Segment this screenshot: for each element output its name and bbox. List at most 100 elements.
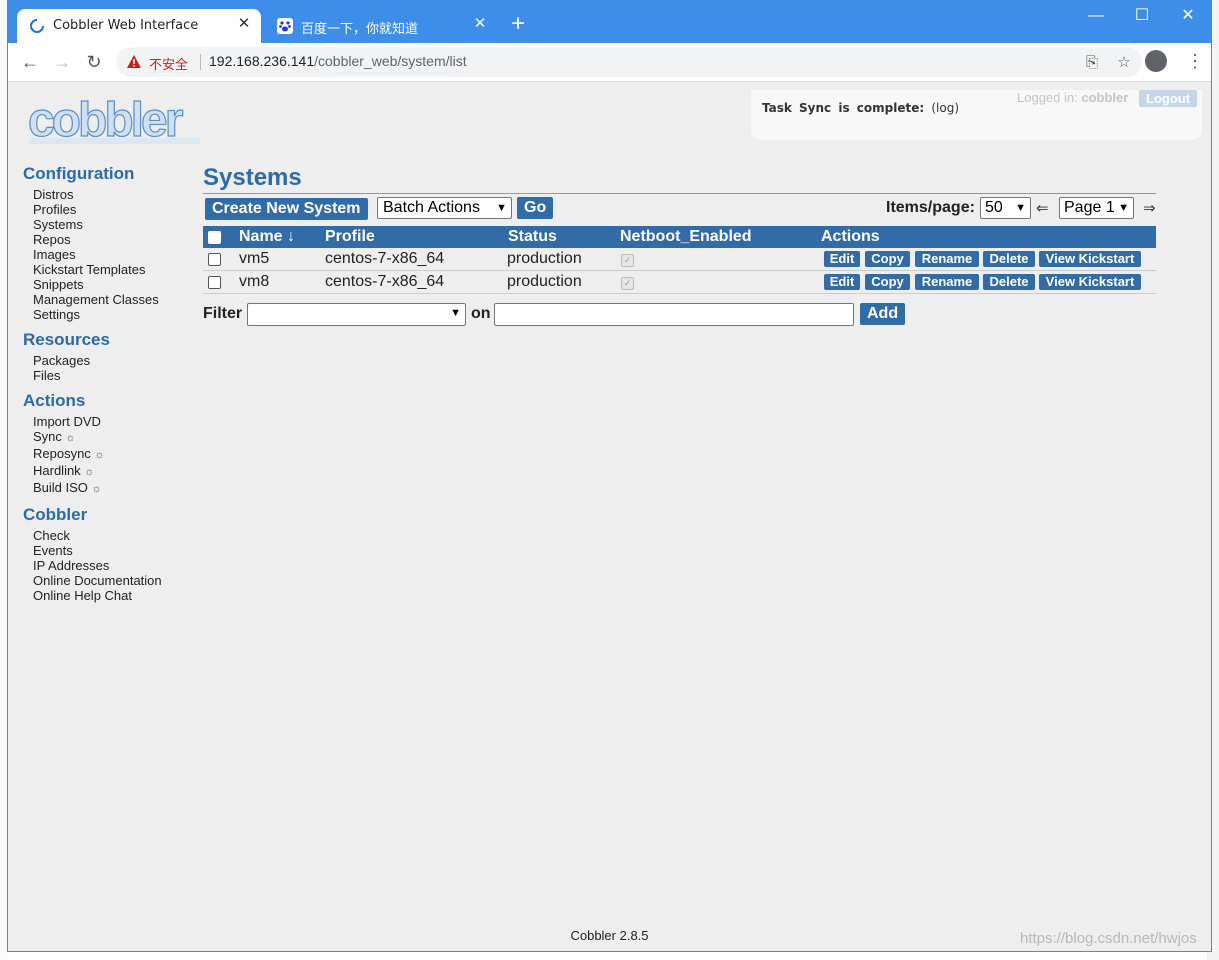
edit-button[interactable]: Edit <box>824 274 860 290</box>
items-per-page-label: Items/page: <box>886 199 975 216</box>
sidebar-item-build-iso[interactable]: Build ISO ☼ <box>33 480 193 497</box>
sidebar-item-snippets[interactable]: Snippets <box>33 277 193 292</box>
tab-baidu[interactable]: 百度一下，你就知道 ✕ <box>265 9 497 43</box>
address-bar[interactable]: 不安全 192.168.236.141/cobbler_web/system/l… <box>116 47 1142 77</box>
column-header-actions: Actions <box>821 228 880 245</box>
close-tab-icon[interactable]: ✕ <box>471 15 489 33</box>
row-checkbox[interactable] <box>208 253 221 266</box>
add-filter-button[interactable]: Add <box>860 303 906 325</box>
close-window-icon[interactable]: ✕ <box>1165 1 1211 31</box>
sidebar: Configuration Distros Profiles Systems R… <box>23 164 193 611</box>
column-header-status[interactable]: Status <box>508 228 557 246</box>
sidebar-item-kickstart-templates[interactable]: Kickstart Templates <box>33 262 193 277</box>
sidebar-item-online-documentation[interactable]: Online Documentation <box>33 573 193 588</box>
table-row: vm5 centos-7-x86_64 production ✓ Edit Co… <box>203 248 1156 271</box>
items-per-page-select[interactable]: 50 ▼ <box>980 197 1031 219</box>
sidebar-heading: Cobbler <box>23 505 88 524</box>
minimize-icon[interactable]: — <box>1073 1 1119 31</box>
filter-label: Filter <box>203 305 243 322</box>
column-header-netboot[interactable]: Netboot_Enabled <box>620 228 752 246</box>
title-bar: Cobbler Web Interface ✕ 百度一下，你就知道 ✕ + — … <box>8 1 1211 43</box>
select-all-checkbox[interactable] <box>208 231 221 244</box>
browser-window: Cobbler Web Interface ✕ 百度一下，你就知道 ✕ + — … <box>7 0 1212 952</box>
sidebar-item-management-classes[interactable]: Management Classes <box>33 292 193 307</box>
prev-page-arrow[interactable]: ⇐ <box>1036 199 1049 217</box>
rename-button[interactable]: Rename <box>915 251 979 267</box>
sidebar-item-settings[interactable]: Settings <box>33 307 193 322</box>
sidebar-item-ip-addresses[interactable]: IP Addresses <box>33 558 193 573</box>
main-panel: Systems Create New System Batch Actions ▼… <box>203 164 1156 326</box>
url-text[interactable]: 192.168.236.141/cobbler_web/system/list <box>209 53 467 69</box>
sidebar-item-packages[interactable]: Packages <box>33 353 193 368</box>
back-icon[interactable]: ← <box>17 49 43 75</box>
system-profile: centos-7-x86_64 <box>325 273 445 290</box>
sidebar-item-online-help-chat[interactable]: Online Help Chat <box>33 588 193 603</box>
sidebar-item-check[interactable]: Check <box>33 528 193 543</box>
tab-cobbler[interactable]: Cobbler Web Interface ✕ <box>17 9 261 43</box>
sidebar-section-cobbler: Cobbler Check Events IP Addresses Online… <box>23 505 193 603</box>
close-tab-icon[interactable]: ✕ <box>235 15 253 33</box>
run-icon: ☼ <box>91 483 102 495</box>
task-status-message: Task Sync is complete: (log) <box>762 101 959 115</box>
column-header-profile[interactable]: Profile <box>325 228 375 246</box>
insecure-label: 不安全 <box>149 58 189 73</box>
next-page-arrow[interactable]: ⇒ <box>1143 199 1156 217</box>
forward-icon[interactable]: → <box>49 49 75 75</box>
logout-button[interactable]: Logout <box>1139 90 1198 107</box>
filter-field-select[interactable]: ▼ <box>247 303 466 326</box>
sidebar-item-hardlink[interactable]: Hardlink ☼ <box>33 463 193 480</box>
sidebar-item-reposync[interactable]: Reposync ☼ <box>33 446 193 463</box>
sidebar-item-import-dvd[interactable]: Import DVD <box>33 414 193 429</box>
view-kickstart-button[interactable]: View Kickstart <box>1039 251 1141 267</box>
divider <box>200 54 201 70</box>
row-checkbox[interactable] <box>208 276 221 289</box>
view-kickstart-button[interactable]: View Kickstart <box>1039 274 1141 290</box>
browser-menu-icon[interactable]: ⋮ <box>1186 51 1204 73</box>
delete-button[interactable]: Delete <box>983 251 1035 267</box>
filter-value-input[interactable] <box>494 303 854 326</box>
sidebar-item-systems[interactable]: Systems <box>33 217 193 232</box>
log-link[interactable]: (log) <box>931 101 959 115</box>
system-name[interactable]: vm5 <box>239 250 269 268</box>
page-select[interactable]: Page 1 ▼ <box>1059 197 1134 219</box>
reload-icon[interactable]: ↻ <box>81 49 107 75</box>
bookmark-star-icon[interactable]: ☆ <box>1114 53 1134 73</box>
cobbler-logo: cobbler <box>27 93 200 148</box>
profile-avatar-icon[interactable] <box>1145 50 1167 72</box>
system-status: production <box>507 250 582 267</box>
chevron-down-icon: ▼ <box>1015 202 1026 214</box>
sidebar-item-distros[interactable]: Distros <box>33 187 193 202</box>
delete-button[interactable]: Delete <box>983 274 1035 290</box>
rename-button[interactable]: Rename <box>915 274 979 290</box>
chevron-down-icon: ▼ <box>1118 202 1129 214</box>
create-new-system-button[interactable]: Create New System <box>205 198 368 220</box>
tab-title: 百度一下，你就知道 <box>301 22 419 37</box>
table-row: vm8 centos-7-x86_64 production ✓ Edit Co… <box>203 271 1156 294</box>
sidebar-item-repos[interactable]: Repos <box>33 232 193 247</box>
system-name[interactable]: vm8 <box>239 273 269 291</box>
copy-button[interactable]: Copy <box>865 274 910 290</box>
filter-on-label: on <box>471 305 491 322</box>
sidebar-heading: Resources <box>23 330 110 349</box>
run-icon: ☼ <box>94 449 105 461</box>
system-profile: centos-7-x86_64 <box>325 250 445 267</box>
batch-actions-select[interactable]: Batch Actions ▼ <box>377 197 512 219</box>
copy-button[interactable]: Copy <box>865 251 910 267</box>
sidebar-item-profiles[interactable]: Profiles <box>33 202 193 217</box>
sidebar-item-images[interactable]: Images <box>33 247 193 262</box>
system-status: production <box>507 273 582 290</box>
sidebar-item-sync[interactable]: Sync ☼ <box>33 429 193 446</box>
column-header-name[interactable]: Name ↓ <box>239 228 295 246</box>
edit-button[interactable]: Edit <box>824 251 860 267</box>
maximize-icon[interactable]: ☐ <box>1119 1 1165 31</box>
go-button[interactable]: Go <box>517 197 554 219</box>
run-icon: ☼ <box>65 432 76 444</box>
netboot-checkbox: ✓ <box>621 277 634 290</box>
new-tab-button[interactable]: + <box>506 12 530 37</box>
sidebar-item-events[interactable]: Events <box>33 543 193 558</box>
login-status: Logged in: cobbler <box>1017 90 1129 105</box>
baidu-paw-icon <box>277 18 293 34</box>
sidebar-item-files[interactable]: Files <box>33 368 193 383</box>
translate-icon[interactable]: ⎘ <box>1082 53 1102 73</box>
chevron-down-icon: ▼ <box>496 202 507 214</box>
